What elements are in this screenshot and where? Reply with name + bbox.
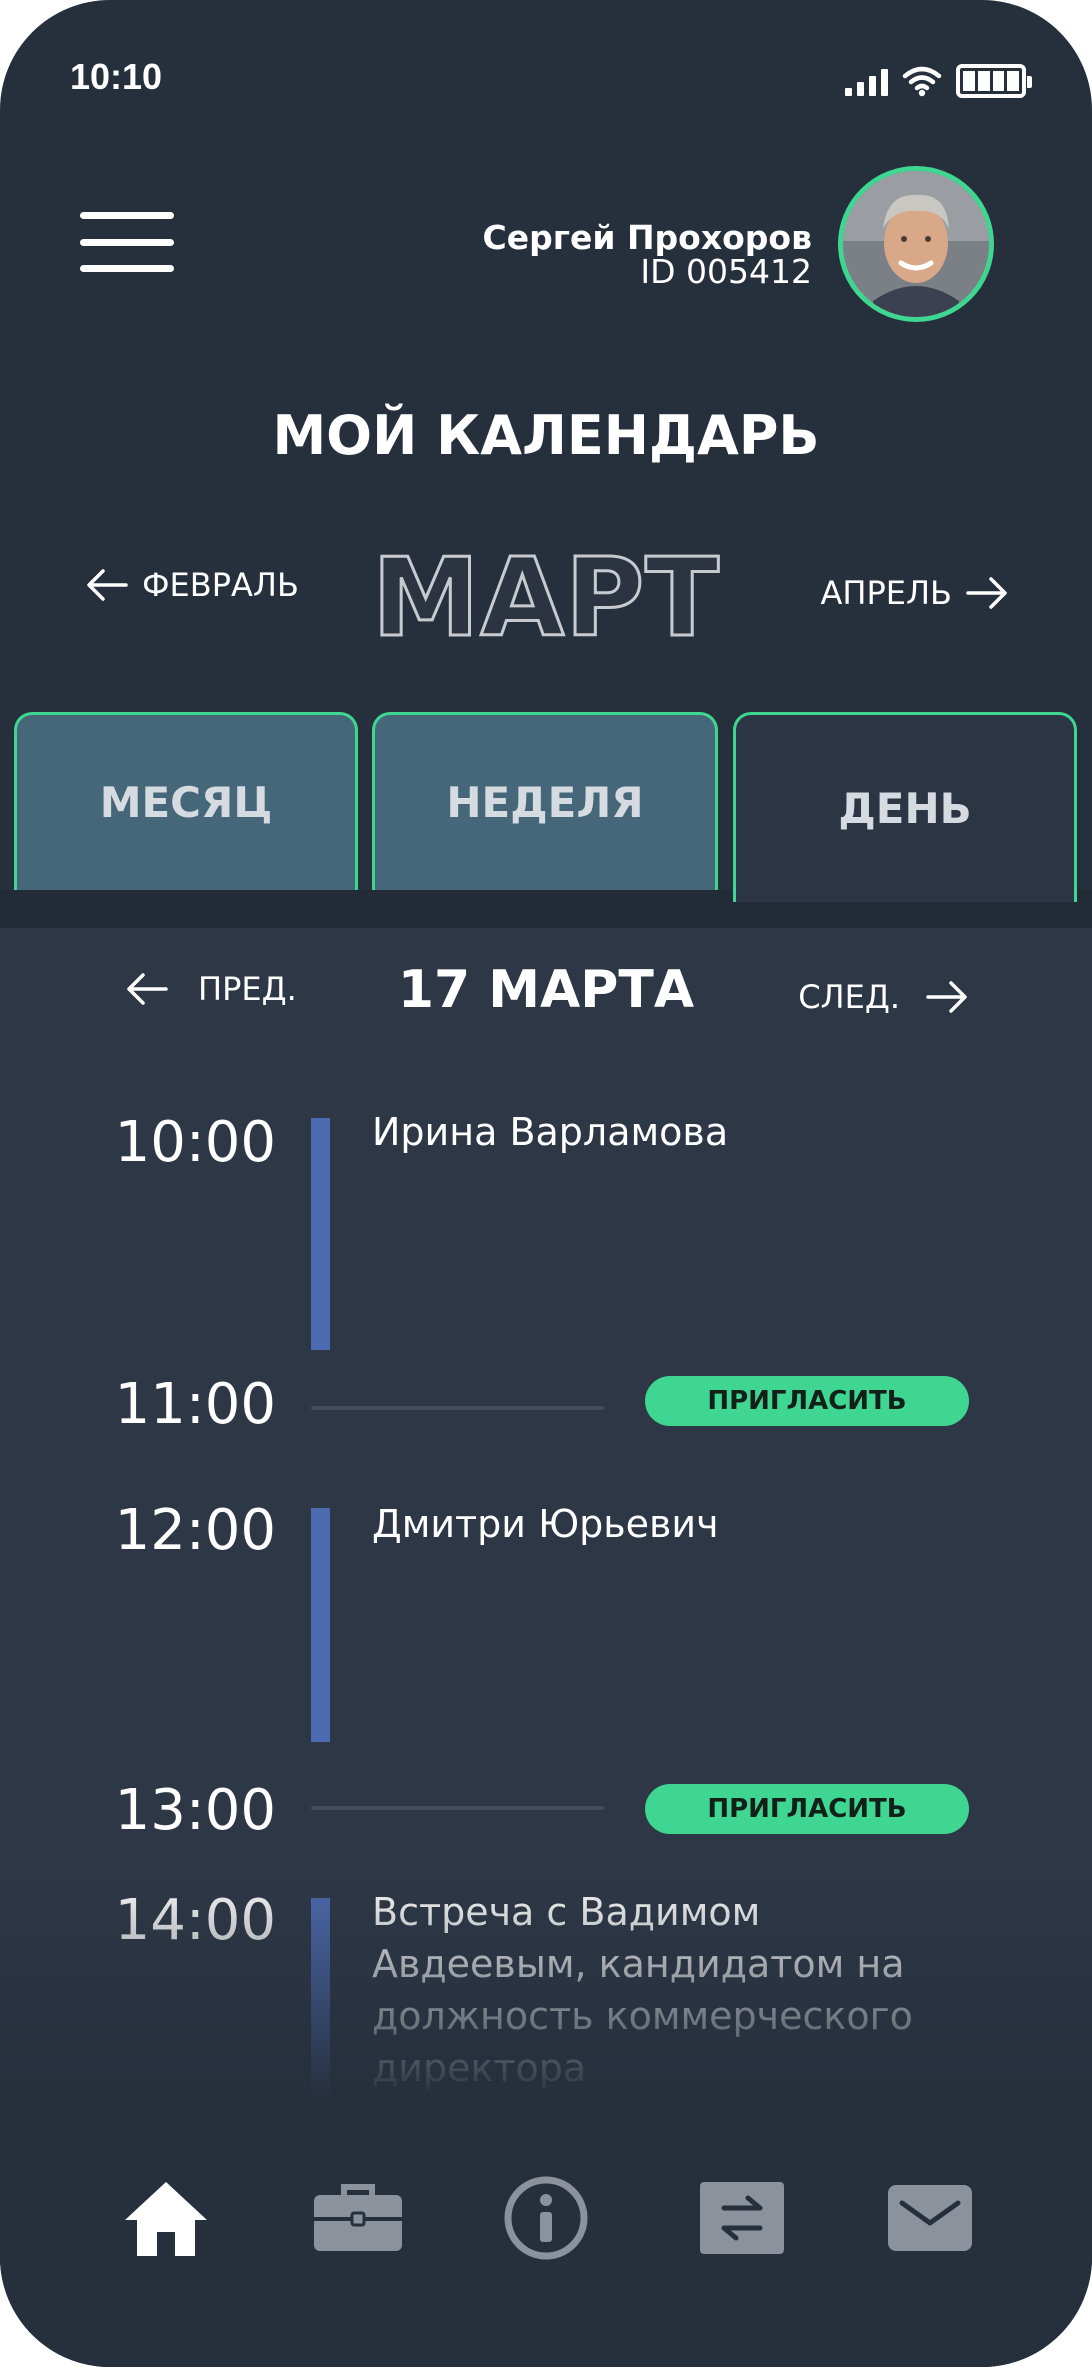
time-slot-label: 12:00 (114, 1498, 276, 1563)
tab-month[interactable]: МЕСЯЦ (14, 712, 358, 890)
event-title[interactable]: Встреча с Вадимом Авдеевым, кандидатом н… (372, 1886, 932, 2094)
event-bar[interactable] (311, 1118, 330, 1350)
free-slot-line (311, 1806, 604, 1810)
menu-button[interactable] (80, 212, 174, 272)
time-slot-label: 13:00 (114, 1778, 276, 1843)
nav-transfer[interactable] (694, 2170, 790, 2266)
arrow-right-icon (966, 577, 1007, 609)
nav-briefcase[interactable] (310, 2170, 406, 2266)
nav-home[interactable] (118, 2170, 214, 2266)
event-title[interactable]: Дмитри Юрьевич (372, 1498, 719, 1550)
invite-button[interactable]: ПРИГЛАСИТЬ (645, 1784, 969, 1834)
signal-icon (845, 66, 888, 96)
transfer-icon (700, 2182, 784, 2254)
nav-mail[interactable] (882, 2170, 978, 2266)
event-title[interactable]: Ирина Варламова (372, 1106, 728, 1158)
tab-week[interactable]: НЕДЕЛЯ (372, 712, 718, 890)
status-icons (845, 64, 1032, 98)
avatar[interactable] (838, 166, 994, 322)
next-month-label: АПРЕЛЬ (820, 574, 952, 612)
invite-button[interactable]: ПРИГЛАСИТЬ (645, 1376, 969, 1426)
time-slot-label: 10:00 (114, 1110, 276, 1175)
arrow-right-icon (926, 981, 967, 1013)
time-slot-label: 14:00 (114, 1888, 276, 1953)
next-day-button[interactable]: СЛЕД. (798, 978, 968, 1016)
next-month-button[interactable]: АПРЕЛЬ (821, 574, 1008, 612)
user-id: ID 005412 (640, 252, 812, 291)
page-title: МОЙ КАЛЕНДАРЬ (272, 404, 820, 467)
mail-icon (888, 2185, 972, 2251)
phone-screen: 10:10 Сергей Прохоров ID 005412 МОЙ КАЛЕ… (0, 0, 1092, 2367)
briefcase-icon (314, 2184, 402, 2251)
event-bar[interactable] (311, 1898, 330, 2128)
battery-icon (956, 64, 1032, 98)
avatar-photo (843, 171, 989, 317)
time-slot-label: 11:00 (114, 1372, 276, 1437)
home-icon (125, 2182, 207, 2256)
tab-day[interactable]: ДЕНЬ (733, 712, 1077, 902)
free-slot-line (311, 1406, 604, 1410)
next-day-label: СЛЕД. (798, 978, 900, 1016)
wifi-icon (902, 66, 942, 97)
nav-info[interactable] (498, 2170, 594, 2266)
info-icon (504, 2176, 588, 2260)
event-bar[interactable] (311, 1508, 330, 1742)
status-time: 10:10 (70, 56, 163, 97)
